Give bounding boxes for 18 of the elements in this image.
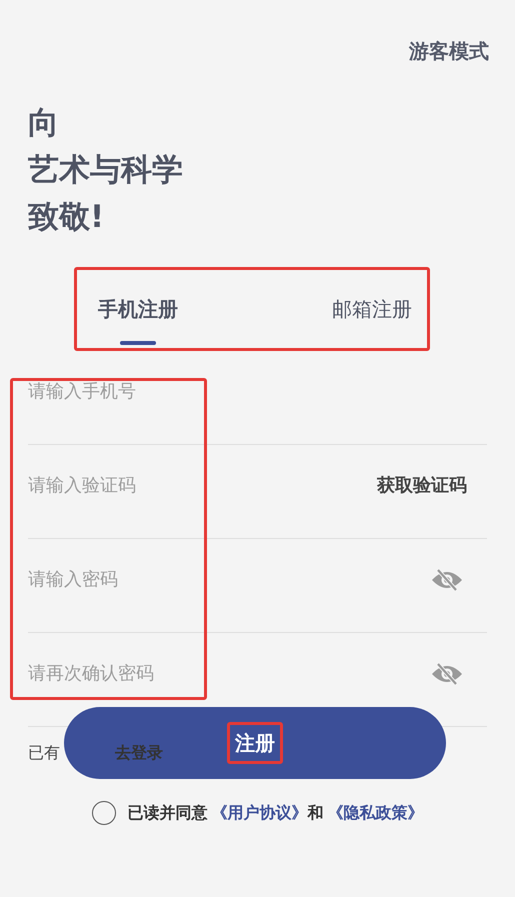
tab[interactable]: 手机注册 bbox=[98, 267, 178, 351]
input-field[interactable]: 请输入验证码 bbox=[28, 472, 371, 499]
agree-radio[interactable] bbox=[92, 801, 116, 825]
hidden-eye-icon[interactable] bbox=[431, 660, 463, 686]
agreement-text: 已读并同意 《用户协议》和 《隐私政策》 bbox=[128, 802, 424, 824]
input-field[interactable]: 请再次确认密码 bbox=[28, 660, 431, 687]
headline: 向 bbox=[28, 104, 60, 143]
agreement-link[interactable]: 《隐私政策》 bbox=[328, 803, 424, 822]
get-code-button[interactable]: 获取验证码 bbox=[371, 471, 473, 500]
guest-mode-link[interactable]: 游客模式 bbox=[409, 36, 489, 66]
tab[interactable]: 邮箱注册 bbox=[332, 267, 412, 351]
login-prompt: 已有 bbox=[28, 742, 60, 764]
headline: 艺术与科学 bbox=[28, 151, 184, 190]
input-field[interactable]: 请输入手机号 bbox=[28, 378, 487, 405]
agreement-link[interactable]: 《用户协议》 bbox=[212, 803, 308, 822]
headline: 致敬! bbox=[28, 198, 106, 237]
input-field[interactable]: 请输入密码 bbox=[28, 566, 431, 593]
hidden-eye-icon[interactable] bbox=[431, 566, 463, 592]
